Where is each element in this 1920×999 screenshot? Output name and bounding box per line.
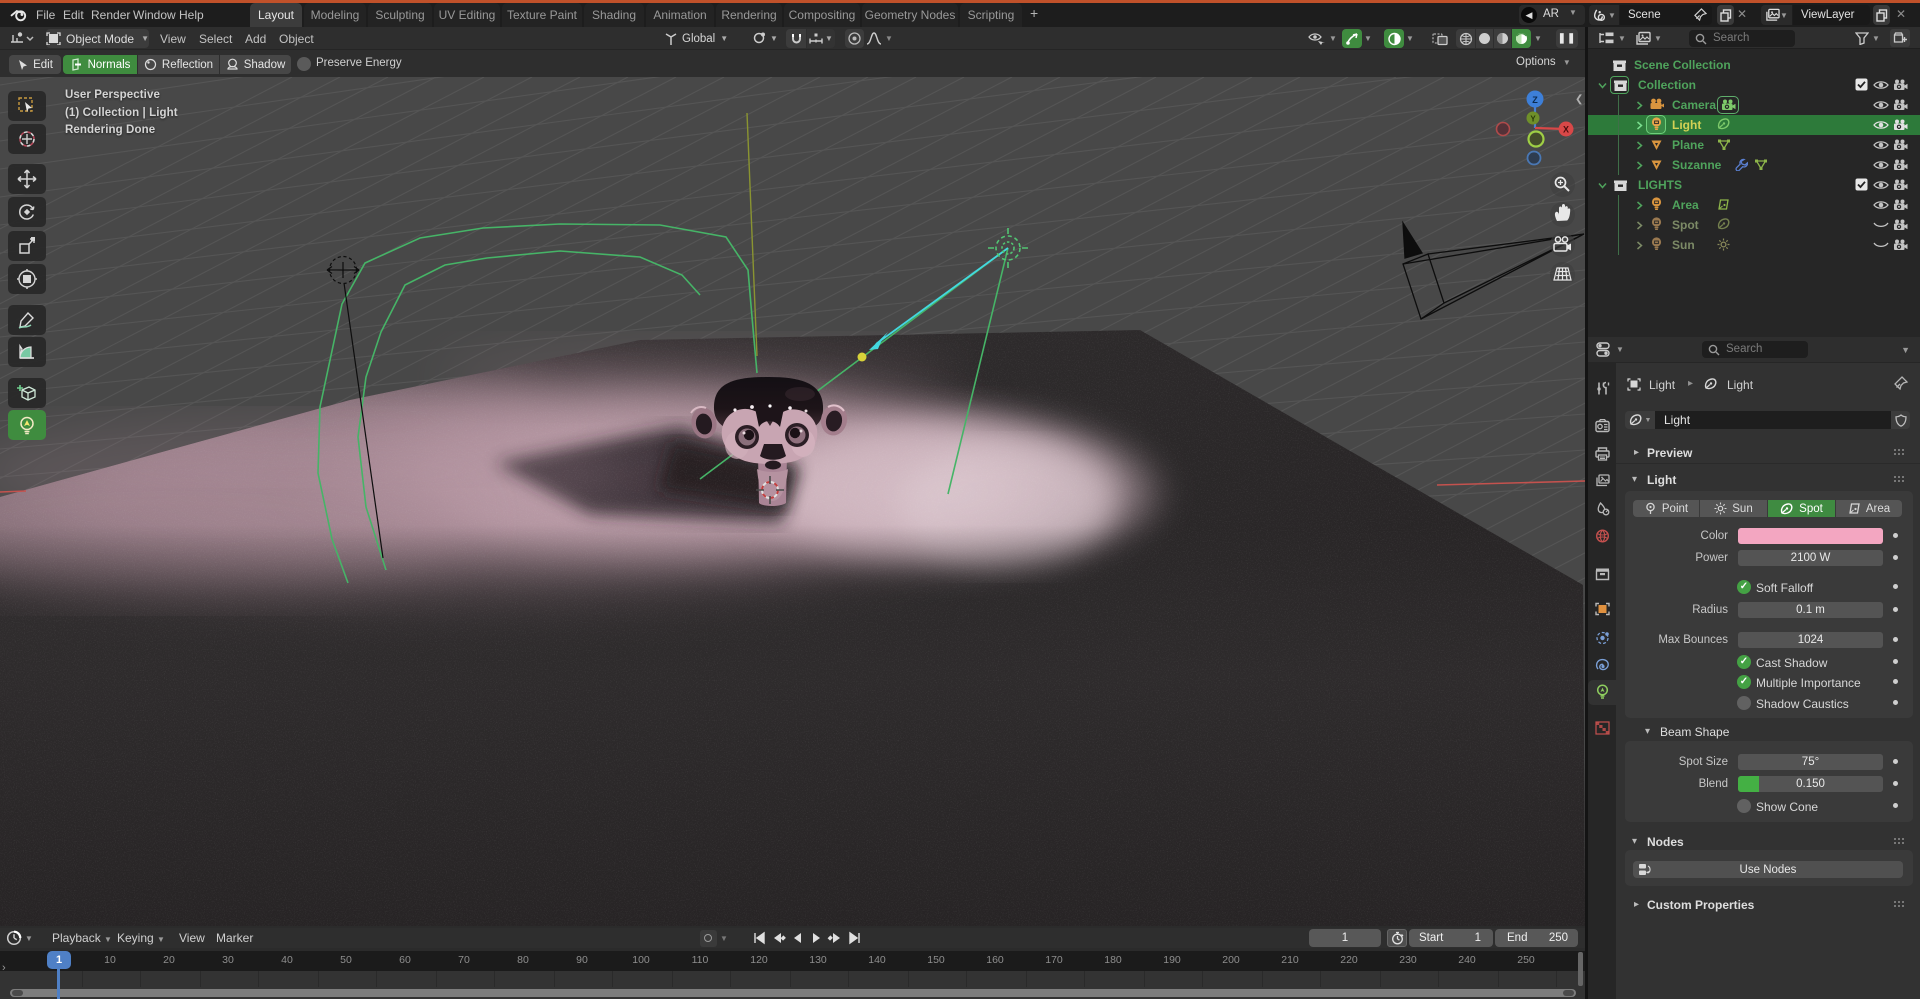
svg-text:Y: Y — [1530, 115, 1536, 124]
svg-text:X: X — [1563, 125, 1569, 135]
svg-text:Z: Z — [1532, 95, 1538, 105]
